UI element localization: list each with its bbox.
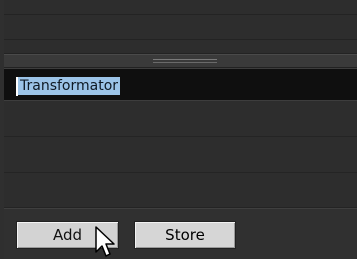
splitter-grip-icon [153,59,217,60]
list-item[interactable] [4,101,357,137]
list-item[interactable] [4,0,357,15]
list-item-editing[interactable]: Transformator [4,68,357,101]
list-item[interactable] [4,137,357,173]
list-item[interactable] [4,15,357,40]
upper-list [4,0,357,54]
list-item[interactable] [4,173,357,208]
list-item[interactable] [4,40,357,54]
mouse-pointer-icon [95,226,115,257]
splitter-grip-icon [153,62,217,63]
item-list: Transformator [4,68,357,208]
splitter-handle[interactable] [4,54,357,68]
button-bar: Add Store [4,208,357,259]
edit-field[interactable]: Transformator [18,77,121,95]
store-button[interactable]: Store [134,221,236,249]
